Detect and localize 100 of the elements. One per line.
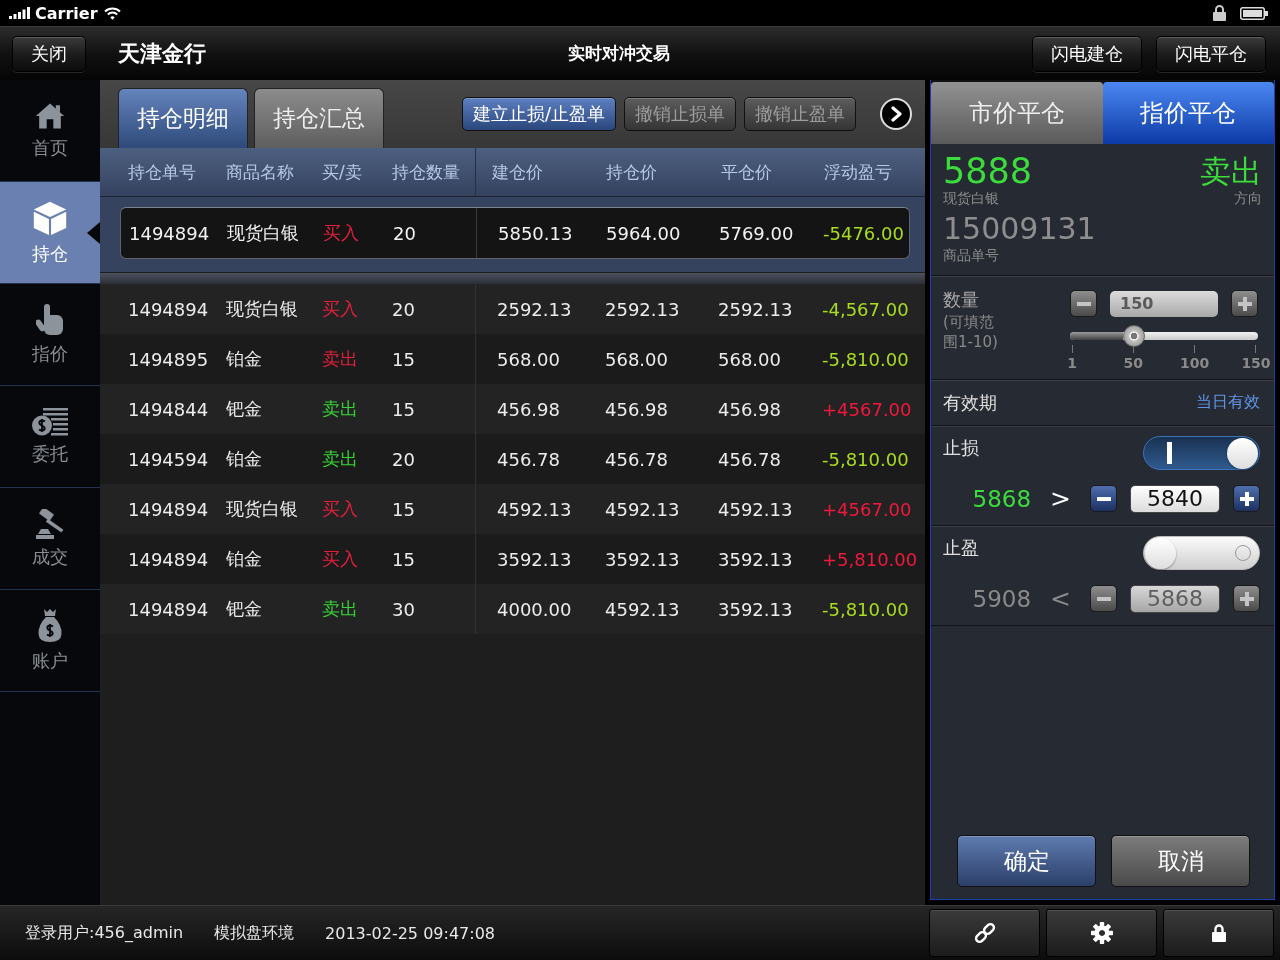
column-header[interactable]: 持仓价 (590, 148, 705, 196)
nav-button[interactable]: 闪电平仓 (1156, 35, 1266, 72)
minus-button[interactable] (1070, 290, 1097, 317)
product-name: 铂金 (226, 447, 262, 471)
slider-tick: 150 (1244, 345, 1268, 371)
lock-icon (1213, 5, 1226, 21)
trade-side: 买入 (323, 221, 359, 245)
order-id: 1494894 (128, 498, 209, 520)
quantity-field[interactable]: 150 (1110, 290, 1218, 317)
quantity-value: 15 (392, 398, 415, 420)
tab[interactable]: 市价平仓 (931, 82, 1103, 144)
action-button[interactable]: 建立止损/止盈单 (461, 97, 616, 131)
hold-price: 4592.13 (605, 498, 680, 520)
open-price: 456.98 (497, 398, 560, 420)
column-header[interactable]: 持仓单号 (128, 148, 226, 196)
wifi-icon (103, 6, 121, 20)
market-price: 5868 (972, 485, 1032, 512)
pointing-hand-icon (36, 303, 64, 336)
order-id: 1494844 (128, 398, 209, 420)
slider-tick: 100 (1182, 345, 1207, 371)
validity-link[interactable]: 当日有效 (1196, 392, 1260, 413)
tab[interactable]: 持仓汇总 (254, 88, 384, 148)
column-header[interactable]: 平仓价 (705, 148, 813, 196)
slider-thumb[interactable] (1122, 325, 1145, 347)
minus-button[interactable] (1090, 485, 1117, 512)
plus-button[interactable] (1231, 290, 1258, 317)
next-button[interactable] (880, 98, 912, 130)
sidebar-item[interactable]: 持仓 (0, 182, 100, 284)
profit-loss: -4,567.00 (822, 298, 909, 320)
product-name: 现货白银 (226, 297, 298, 321)
tab[interactable]: 指价平仓 (1102, 82, 1274, 144)
column-header[interactable]: 浮动盈亏 (813, 148, 925, 196)
quantity-value: 20 (392, 448, 415, 470)
confirm-button[interactable]: 确定 (957, 835, 1096, 887)
battery-icon (1240, 6, 1268, 20)
profit-loss: -5476.00 (823, 222, 904, 244)
table-row[interactable]: 1494894 现货白银 买入 20 2592.13 2592.13 2592.13 -4,567.00 (100, 284, 925, 334)
hold-price: 3592.13 (605, 548, 680, 570)
coin-list-icon (32, 407, 68, 436)
open-price: 3592.13 (497, 548, 572, 570)
hold-price: 2592.13 (605, 298, 680, 320)
trade-side: 卖出 (322, 597, 358, 621)
settings-button[interactable] (1046, 909, 1157, 957)
chain-link-icon (973, 922, 996, 944)
minus-icon (1096, 596, 1111, 601)
price-field[interactable]: 5840 (1130, 484, 1220, 513)
close-price: 456.78 (718, 448, 781, 470)
selection-pointer-icon (87, 222, 100, 244)
plus-button[interactable] (1233, 485, 1260, 512)
trade-side: 买入 (322, 497, 358, 521)
profit-loss: +4567.00 (822, 498, 912, 520)
chevron-right-icon (890, 106, 904, 122)
column-header[interactable]: 持仓数量 (392, 148, 475, 196)
column-header[interactable]: 买/卖 (322, 148, 392, 196)
plus-icon (1239, 591, 1254, 606)
minus-icon (1076, 301, 1091, 306)
toggle-switch[interactable] (1143, 436, 1260, 470)
slider-tick: 50 (1121, 345, 1146, 371)
profit-loss: -5,810.00 (822, 348, 909, 370)
profit-loss: -5,810.00 (822, 598, 909, 620)
user-label: 登录用户:456_admin (25, 922, 184, 944)
house-icon (35, 101, 65, 130)
datetime-label: 2013-02-25 09:47:08 (325, 923, 495, 943)
table-row[interactable]: 1494844 钯金 卖出 15 456.98 456.98 456.98 +4567.00 (100, 384, 925, 434)
plus-button[interactable] (1233, 585, 1260, 612)
hold-price: 568.00 (605, 348, 668, 370)
table-row[interactable]: 1494894 现货白银 买入 15 4592.13 4592.13 4592.13 +4567.00 (100, 484, 925, 534)
order-number: 15009131 (943, 211, 1096, 247)
column-header[interactable]: 建仓价 (475, 148, 590, 196)
order-number-label: 商品单号 (943, 247, 1000, 264)
trade-side: 卖出 (322, 347, 358, 371)
minus-button[interactable] (1090, 585, 1117, 612)
comparison-sign: < (1050, 584, 1071, 613)
comparison-sign: > (1050, 484, 1071, 513)
open-price: 568.00 (497, 348, 560, 370)
link-button[interactable] (929, 909, 1040, 957)
lock-icon (1211, 924, 1226, 942)
trade-side: 买入 (322, 547, 358, 571)
close-button[interactable]: 关闭 (12, 35, 86, 72)
quantity-value: 20 (393, 222, 416, 244)
stop-label: 止盈 (943, 536, 979, 560)
toggle-switch[interactable] (1143, 536, 1260, 570)
selected-row[interactable]: 1494894 现货白银 买入 20 5850.13 5964.00 5769.00 -5476.00 (120, 207, 910, 259)
product-name: 铂金 (226, 547, 262, 571)
validity-label: 有效期 (943, 390, 997, 415)
tab[interactable]: 持仓明细 (118, 88, 248, 148)
nav-button[interactable]: 闪电建仓 (1032, 35, 1142, 72)
order-id: 1494894 (128, 298, 209, 320)
close-price: 3592.13 (718, 548, 793, 570)
cube-icon (32, 199, 68, 236)
quantity-hint: (可填范围1-10) (943, 312, 999, 352)
column-header[interactable]: 商品名称 (226, 148, 322, 196)
hold-price: 456.98 (605, 398, 668, 420)
direction-label: 方向 (1234, 190, 1262, 207)
lock-button[interactable] (1163, 909, 1274, 957)
signal-icon (9, 7, 31, 19)
table-row[interactable]: 1494894 钯金 卖出 30 4000.00 4592.13 3592.13 -5,810.00 (100, 584, 925, 634)
price-field[interactable]: 5868 (1130, 584, 1220, 613)
open-price: 4000.00 (497, 598, 572, 620)
cancel-button[interactable]: 取消 (1111, 835, 1250, 887)
